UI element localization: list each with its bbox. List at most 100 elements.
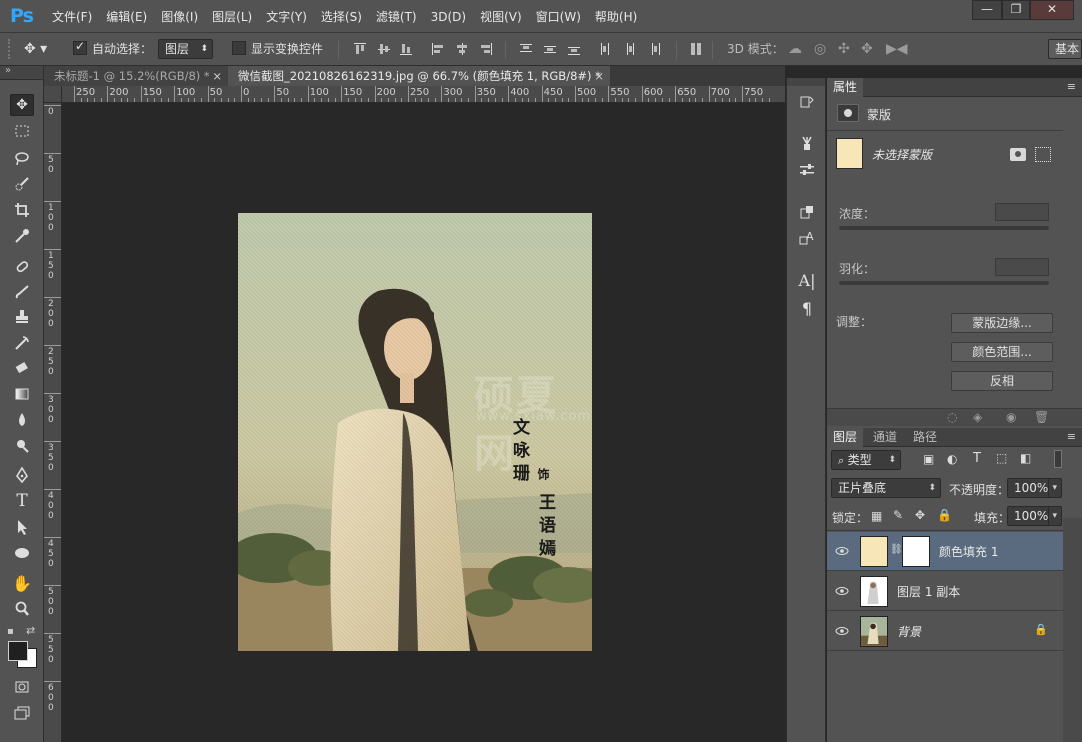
lock-image-icon[interactable]: ✎ — [893, 508, 903, 522]
ruler-origin[interactable] — [44, 86, 62, 103]
filter-shape-icon[interactable]: ⬚ — [996, 451, 1007, 465]
move-tool-icon[interactable]: ✥ — [10, 94, 34, 116]
filter-type-icon[interactable]: T — [973, 451, 981, 466]
brush-presets-icon[interactable] — [796, 133, 818, 153]
lock-position-icon[interactable]: ✥ — [915, 508, 925, 522]
visibility-eye-icon[interactable] — [835, 544, 849, 558]
workspace-switcher[interactable]: 基本 — [1048, 39, 1082, 59]
fill-color-thumbnail[interactable] — [836, 138, 863, 169]
lasso-tool-icon[interactable] — [10, 147, 34, 169]
menu-help[interactable]: 帮助(H) — [588, 8, 644, 26]
default-colors-icon[interactable]: ▪ — [7, 626, 14, 637]
history-brush-tool-icon[interactable] — [10, 332, 34, 354]
toggle-mask-icon[interactable]: ◉ — [1006, 410, 1016, 424]
strip-header[interactable] — [787, 78, 825, 86]
pixel-mask-icon[interactable] — [837, 104, 859, 122]
swap-colors-icon[interactable]: ⇄ — [26, 624, 35, 637]
menu-window[interactable]: 窗口(W) — [529, 8, 588, 26]
load-selection-icon[interactable]: ◌ — [947, 410, 957, 424]
align-top-icon[interactable] — [352, 41, 368, 57]
align-left-icon[interactable] — [430, 41, 446, 57]
3d-pan-icon[interactable]: ✣ — [838, 39, 850, 59]
mask-edge-button[interactable]: 蒙版边缘... — [951, 313, 1053, 333]
density-input[interactable] — [995, 203, 1049, 221]
feather-input[interactable] — [995, 258, 1049, 276]
foreground-color-swatch[interactable] — [8, 641, 28, 661]
adjustment-sliders-icon[interactable] — [796, 160, 818, 180]
layers-scrollbar[interactable] — [1063, 518, 1082, 742]
layer-row-color-fill[interactable]: ⛓ 颜色填充 1 — [827, 532, 1063, 571]
document-canvas[interactable]: 硕夏网 www.sxiaw.com 文咏珊 饰 王语嫣 — [238, 213, 592, 651]
add-vector-mask-icon[interactable] — [1035, 147, 1051, 162]
canvas-area[interactable]: 硕夏网 www.sxiaw.com 文咏珊 饰 王语嫣 — [62, 103, 785, 742]
feather-slider[interactable] — [839, 281, 1049, 285]
pen-tool-icon[interactable] — [10, 464, 34, 486]
eyedropper-tool-icon[interactable] — [10, 225, 34, 247]
screen-mode-icon[interactable] — [10, 702, 34, 724]
align-hcenter-icon[interactable] — [454, 41, 470, 57]
3d-orbit-icon[interactable]: ☁ — [788, 39, 802, 59]
align-bottom-icon[interactable] — [398, 41, 414, 57]
marquee-tool-icon[interactable] — [10, 120, 34, 142]
minimize-button[interactable]: — — [972, 0, 1002, 20]
3d-scale-icon[interactable]: ▶◀ — [886, 39, 908, 59]
panel-menu-icon[interactable]: ≡ — [1067, 80, 1076, 93]
blend-mode-dropdown[interactable]: 正片叠底 ⬍ — [831, 478, 941, 498]
quick-select-tool-icon[interactable] — [10, 173, 34, 195]
filter-smart-object-icon[interactable]: ◧ — [1020, 451, 1031, 465]
visibility-eye-icon[interactable] — [835, 584, 849, 598]
tab-close-icon[interactable]: × — [594, 66, 604, 86]
distribute-right-icon[interactable] — [646, 41, 662, 57]
3d-slide-icon[interactable]: ✥ — [861, 39, 873, 59]
add-pixel-mask-icon[interactable] — [1010, 148, 1026, 161]
vertical-ruler[interactable]: 050100150200250300350400450500550600 — [44, 103, 62, 742]
delete-mask-icon[interactable]: 🗑 — [1034, 410, 1049, 424]
gradient-tool-icon[interactable] — [10, 383, 34, 405]
layer-filter-dropdown[interactable]: ⌕ 类型 ⬍ — [831, 450, 901, 470]
eraser-tool-icon[interactable] — [10, 357, 34, 379]
move-tool-preset-icon[interactable]: ✥ ▾ — [24, 39, 47, 59]
align-vcenter-icon[interactable] — [376, 41, 392, 57]
chevron-down-icon[interactable]: ▾ — [1048, 479, 1057, 497]
distribute-vcenter-icon[interactable] — [542, 41, 558, 57]
tab-wechat-screenshot[interactable]: 微信截图_20210826162319.jpg @ 66.7% (颜色填充 1,… — [228, 66, 610, 86]
lock-all-icon[interactable]: 🔒 — [937, 508, 952, 522]
ellipse-tool-icon[interactable] — [10, 542, 34, 564]
invert-button[interactable]: 反相 — [951, 371, 1053, 391]
menu-filter[interactable]: 滤镜(T) — [369, 8, 424, 26]
link-chain-icon[interactable]: ⛓ — [890, 544, 903, 555]
distribute-left-icon[interactable] — [598, 41, 614, 57]
distribute-bottom-icon[interactable] — [566, 41, 582, 57]
path-select-tool-icon[interactable] — [10, 516, 34, 538]
crop-tool-icon[interactable] — [10, 199, 34, 221]
auto-select-checkbox[interactable] — [73, 39, 87, 55]
paragraph-panel-icon[interactable]: ¶ — [796, 298, 818, 318]
auto-select-target-dropdown[interactable]: 图层 ⬍ — [158, 39, 213, 59]
tab-channels[interactable]: 通道 — [867, 428, 903, 447]
chevron-down-icon[interactable]: ▾ — [1048, 507, 1057, 525]
tab-layers[interactable]: 图层 — [827, 428, 864, 447]
type-tool-icon[interactable]: T — [10, 490, 34, 512]
clone-stamp-tool-icon[interactable] — [10, 306, 34, 328]
layer-row-copy[interactable]: 图层 1 副本 — [827, 572, 1063, 611]
dodge-tool-icon[interactable] — [10, 435, 34, 457]
layers-panel-menu-icon[interactable]: ≡ — [1067, 430, 1076, 443]
menu-select[interactable]: 选择(S) — [314, 8, 369, 26]
zoom-tool-icon[interactable] — [10, 598, 34, 620]
distribute-hcenter-icon[interactable] — [622, 41, 638, 57]
healing-brush-tool-icon[interactable] — [10, 256, 34, 278]
menu-3d[interactable]: 3D(D) — [424, 8, 473, 26]
menu-edit[interactable]: 编辑(E) — [99, 8, 154, 26]
tab-paths[interactable]: 路径 — [907, 428, 943, 447]
auto-align-layers-icon[interactable] — [688, 41, 704, 57]
lock-transparent-icon[interactable]: ▦ — [871, 509, 882, 523]
horizontal-ruler[interactable]: 250 200 150 100 50 0 50 100 150 200 250 300 350 400 45… — [62, 86, 785, 103]
layer-row-background[interactable]: 背景 🔒 — [827, 612, 1063, 651]
apply-mask-icon[interactable]: ◈ — [973, 410, 982, 424]
color-range-button[interactable]: 颜色范围... — [951, 342, 1053, 362]
history-panel-icon[interactable] — [796, 92, 818, 112]
menu-file[interactable]: 文件(F) — [45, 8, 99, 26]
tab-properties[interactable]: 属性 — [827, 78, 864, 97]
hand-tool-icon[interactable]: ✋ — [10, 572, 34, 594]
menu-view[interactable]: 视图(V) — [473, 8, 529, 26]
